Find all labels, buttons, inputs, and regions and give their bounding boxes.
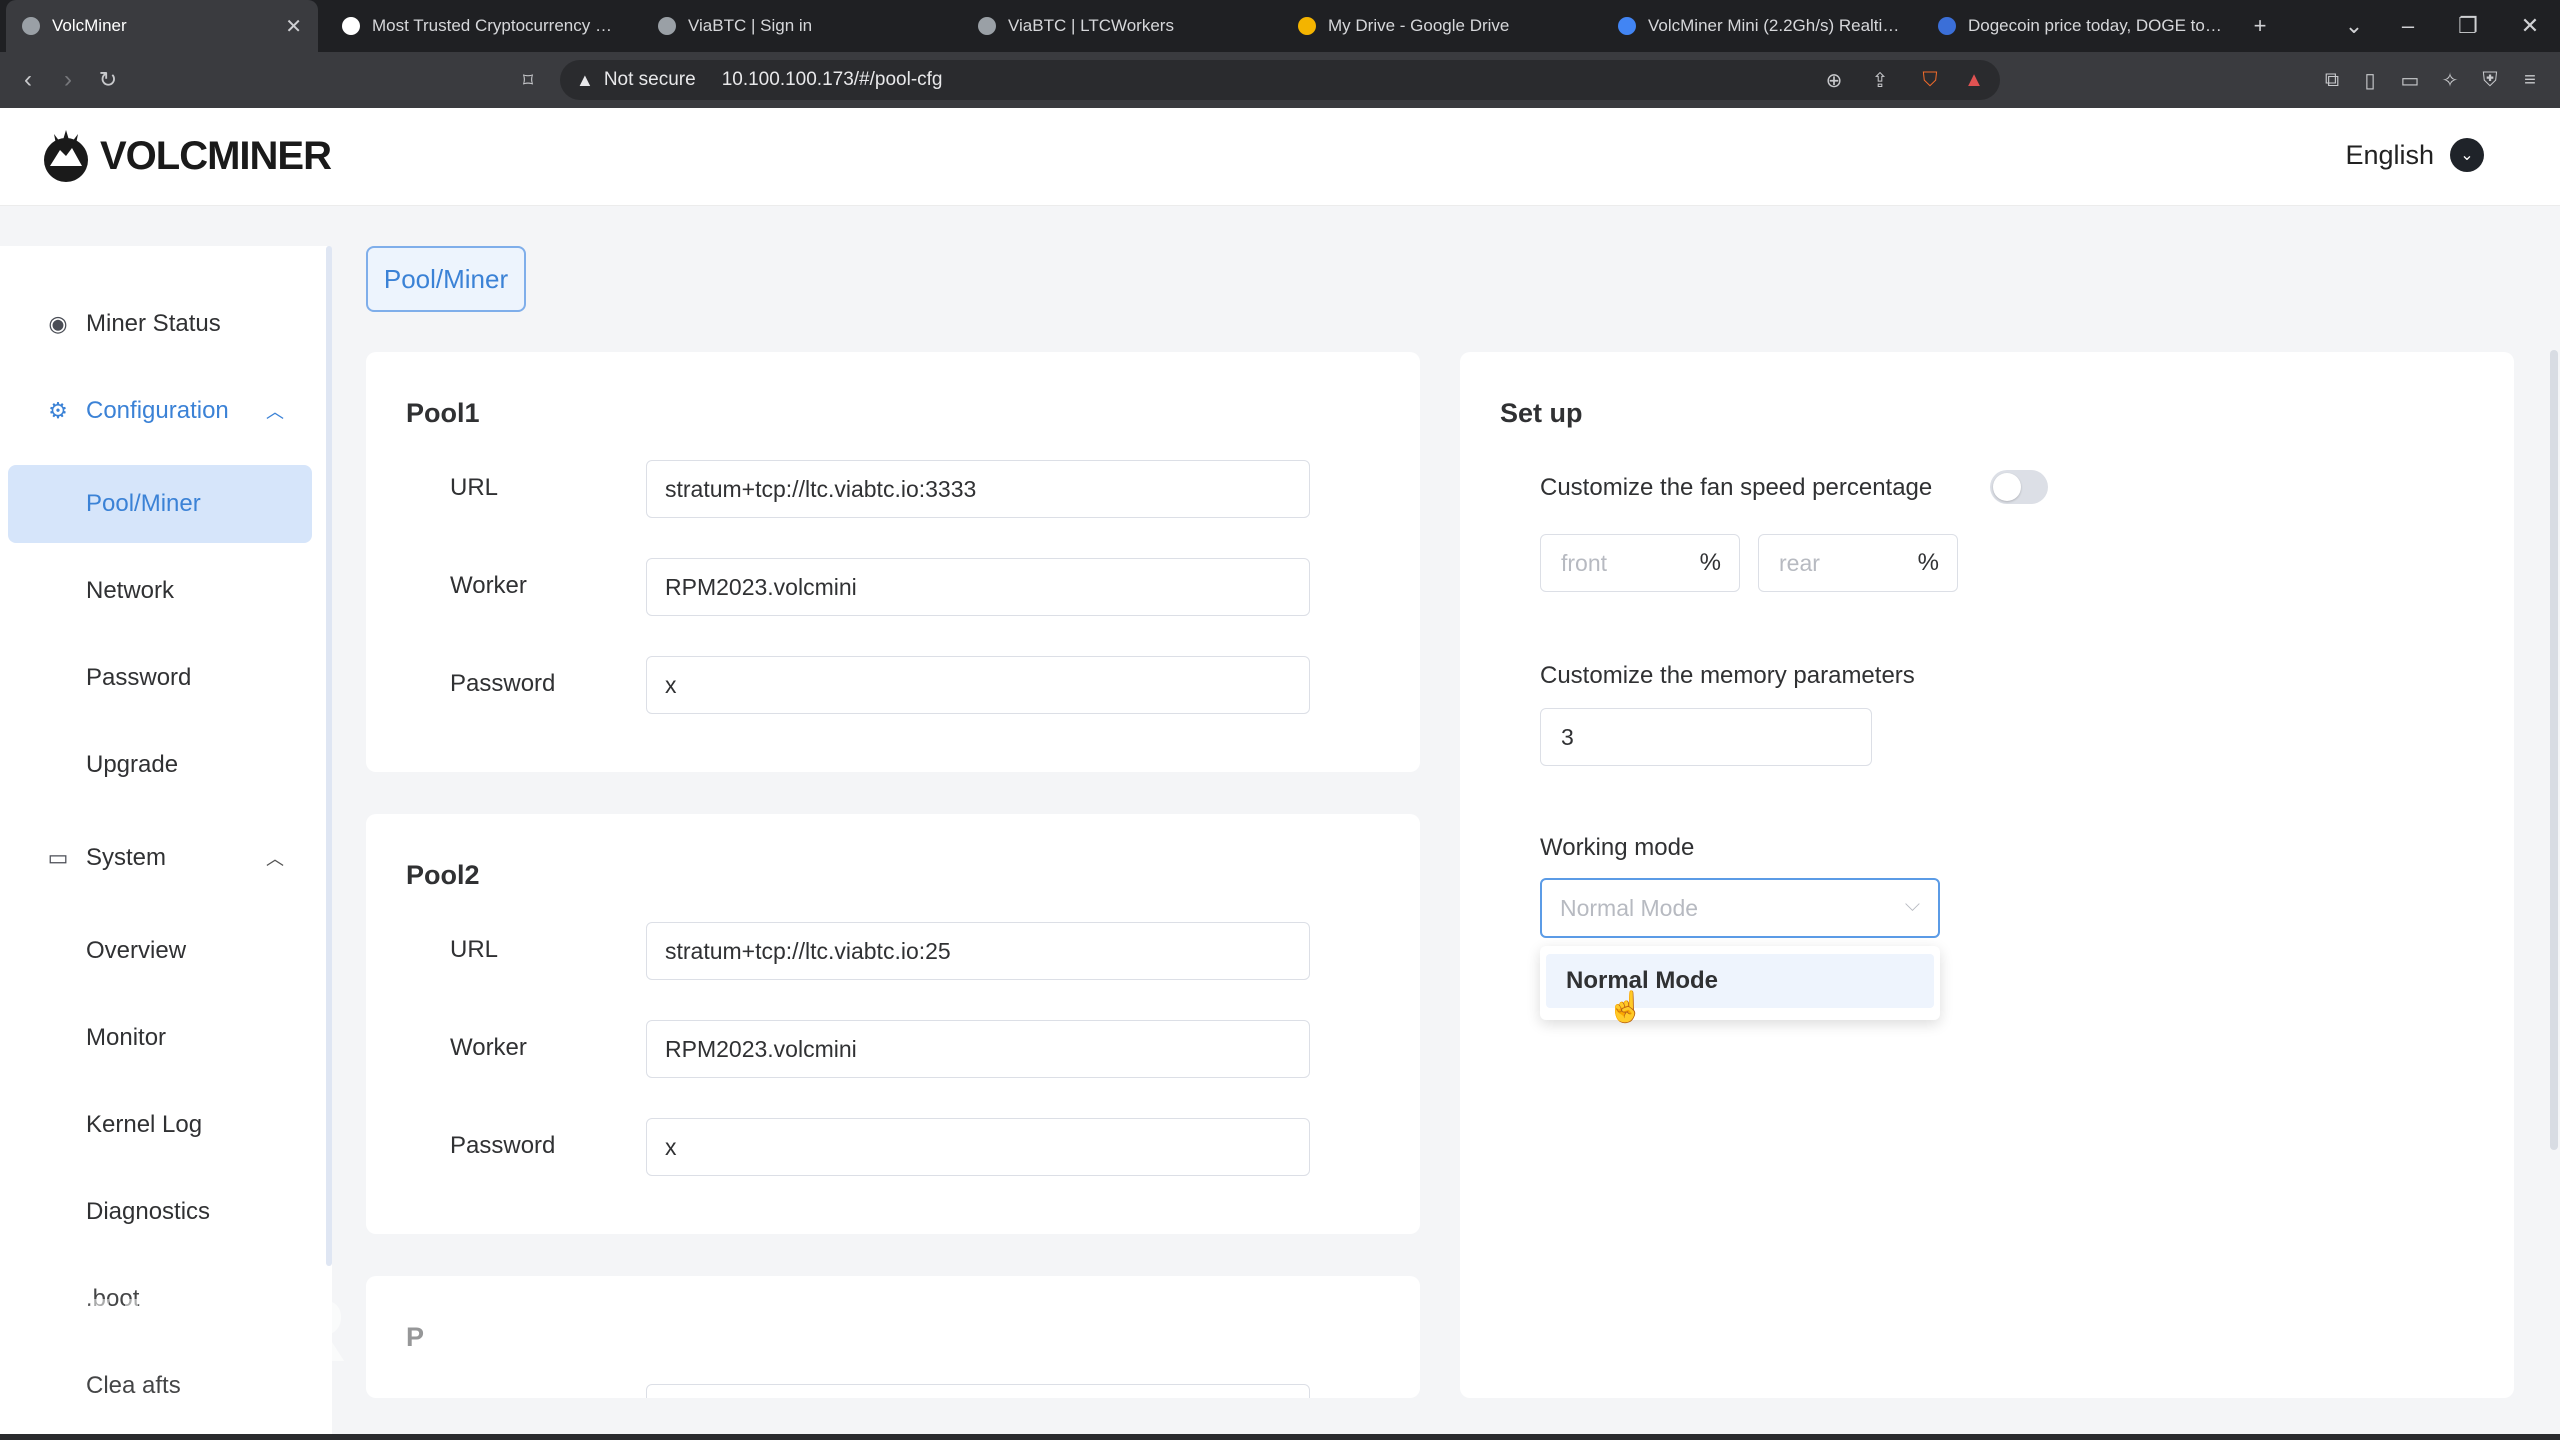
working-mode-label: Working mode	[1540, 834, 1695, 861]
tab-viabtc-ltcworkers[interactable]: ViaBTC | LTCWorkers	[962, 0, 1278, 52]
sidebar-item-password[interactable]: Password	[8, 639, 312, 717]
rear-fan-input[interactable]: rear %	[1758, 534, 1958, 592]
sidebar-item-miner-status[interactable]: ◉ Miner Status	[0, 285, 326, 363]
sidebar-item-monitor[interactable]: Monitor	[8, 999, 312, 1077]
pool1-password-input[interactable]: x	[646, 656, 1310, 714]
new-tab-button[interactable]: +	[2240, 0, 2280, 52]
sidebar-item-pool-miner[interactable]: Pool/Miner	[8, 465, 312, 543]
site-icon	[342, 17, 360, 35]
pool1-password-label: Password	[450, 670, 556, 697]
sidebar-toggle-icon[interactable]: ▯	[2354, 64, 2386, 96]
chevron-down-icon: ⌄	[2450, 138, 2484, 172]
sidebar-item-upgrade[interactable]: Upgrade	[8, 726, 312, 804]
tab-dogecoin[interactable]: Dogecoin price today, DOGE to USD	[1922, 0, 2238, 52]
pool1-worker-input[interactable]: RPM2023.volcmini	[646, 558, 1310, 616]
setup-title: Set up	[1500, 398, 1583, 428]
setup-card: Set up Customize the fan speed percentag…	[1460, 352, 2514, 1398]
main-scrollbar[interactable]	[2550, 350, 2558, 1150]
share-icon[interactable]: ⇪	[1864, 64, 1896, 96]
monitor-icon: ▭	[47, 845, 69, 870]
sidebar-scrollbar[interactable]	[326, 246, 332, 1266]
site-icon	[1938, 17, 1956, 35]
brave-rewards-icon[interactable]: ▲	[1958, 64, 1990, 96]
toggle-knob	[1993, 473, 2021, 501]
address-bar: ‹ › ↻ ⌑ ▲ Not secure 10.100.100.173/#/po…	[0, 52, 2560, 108]
tab-pool-miner[interactable]: Pool/Miner	[366, 246, 526, 312]
chevron-up-icon: ︿	[266, 402, 284, 422]
close-icon[interactable]: ✕	[285, 14, 302, 39]
pool1-worker-label: Worker	[450, 572, 527, 599]
pool2-url-input[interactable]: stratum+tcp://ltc.viabtc.io:25	[646, 922, 1310, 980]
tab-search-icon[interactable]: ⌄	[2334, 0, 2374, 52]
viabtc-icon	[658, 17, 676, 35]
hand-cursor-icon: ☝	[1607, 991, 1645, 1024]
volcano-logo-icon	[44, 130, 88, 182]
viabtc-icon	[978, 17, 996, 35]
globe-icon	[22, 17, 40, 35]
sidebar-item-network[interactable]: Network	[8, 552, 312, 630]
browser-tab-bar: VolcMiner ✕ Most Trusted Cryptocurrency …	[0, 0, 2560, 52]
taskbar-edge	[0, 1434, 2560, 1440]
tab-google-drive[interactable]: My Drive - Google Drive	[1282, 0, 1598, 52]
sidebar-item-kernel-log[interactable]: Kernel Log	[8, 1086, 312, 1164]
language-selector[interactable]: English ⌄	[2345, 138, 2484, 172]
extensions-icon[interactable]: ⧉	[2316, 64, 2348, 96]
pool2-password-label: Password	[450, 1132, 556, 1159]
pool1-url-label: URL	[450, 474, 499, 501]
pool2-title: Pool2	[406, 860, 480, 890]
chevron-down-icon: ⌵	[1904, 894, 1920, 916]
leo-icon[interactable]: ✧	[2434, 64, 2466, 96]
zoom-icon[interactable]: ⊕	[1818, 64, 1850, 96]
back-icon[interactable]: ‹	[8, 52, 48, 108]
pool2-card: Pool2 URL stratum+tcp://ltc.viabtc.io:25…	[366, 814, 1420, 1234]
memory-params-label: Customize the memory parameters	[1540, 662, 1915, 689]
sidebar-group-configuration[interactable]: ⚙ Configuration ︿	[0, 372, 326, 450]
drive-icon	[1298, 17, 1316, 35]
chevron-up-icon: ︿	[266, 849, 284, 869]
option-normal-mode[interactable]: Normal Mode	[1546, 954, 1934, 1008]
pool2-url-label: URL	[450, 936, 499, 963]
pool3-title: P	[406, 1322, 425, 1352]
eye-icon: ◉	[48, 311, 68, 336]
wallet-icon[interactable]: ▭	[2394, 64, 2426, 96]
pool1-title: Pool1	[406, 398, 480, 428]
tab-volcminer-mini[interactable]: VolcMiner Mini (2.2Gh/s) Realtime P	[1602, 0, 1918, 52]
sidebar-item-diagnostics[interactable]: Diagnostics	[8, 1173, 312, 1251]
fan-speed-toggle[interactable]	[1990, 470, 2048, 504]
brave-shield-icon[interactable]: ⛉	[1914, 64, 1946, 96]
pool1-url-input[interactable]: stratum+tcp://ltc.viabtc.io:3333	[646, 460, 1310, 518]
pool2-worker-label: Worker	[450, 1034, 527, 1061]
pool2-worker-input[interactable]: RPM2023.volcmini	[646, 1020, 1310, 1078]
memory-params-input[interactable]: 3	[1540, 708, 1872, 766]
pool3-url-input[interactable]	[646, 1384, 1310, 1398]
minimize-icon[interactable]: –	[2388, 0, 2428, 52]
watermark: MINER	[40, 1281, 350, 1381]
menu-icon[interactable]: ≡	[2514, 64, 2546, 96]
gear-icon: ⚙	[48, 398, 68, 423]
fan-speed-label: Customize the fan speed percentage	[1540, 474, 1933, 501]
restore-icon[interactable]: ❐	[2448, 0, 2488, 52]
window-close-icon[interactable]: ✕	[2510, 0, 2550, 52]
vpn-icon[interactable]: ⛨	[2474, 64, 2506, 96]
bookmark-icon[interactable]: ⌑	[508, 52, 548, 108]
volcminer-logo[interactable]: VOLCMINER	[36, 126, 332, 186]
working-mode-dropdown: Normal Mode	[1540, 946, 1940, 1020]
pool1-card: Pool1 URL stratum+tcp://ltc.viabtc.io:33…	[366, 352, 1420, 772]
warning-icon: ▲	[576, 69, 594, 90]
tab-volcminer[interactable]: VolcMiner ✕	[6, 0, 318, 52]
pool3-card: P	[366, 1276, 1420, 1398]
working-mode-select[interactable]: Normal Mode ⌵	[1540, 878, 1940, 938]
tab-viabtc-signin[interactable]: ViaBTC | Sign in	[642, 0, 958, 52]
front-fan-input[interactable]: front %	[1540, 534, 1740, 592]
tab-most-trusted[interactable]: Most Trusted Cryptocurrency Mining	[326, 0, 636, 52]
sidebar: ◉ Miner Status ⚙ Configuration ︿ Pool/Mi…	[0, 246, 332, 1440]
pool2-password-input[interactable]: x	[646, 1118, 1310, 1176]
app-header: VOLCMINER English ⌄	[0, 108, 2560, 206]
site-icon	[1618, 17, 1636, 35]
reload-icon[interactable]: ↻	[88, 52, 128, 108]
forward-icon[interactable]: ›	[48, 52, 88, 108]
url-field[interactable]: ▲ Not secure 10.100.100.173/#/pool-cfg	[560, 60, 2000, 100]
sidebar-group-system[interactable]: ▭ System ︿	[0, 819, 326, 897]
sidebar-item-overview[interactable]: Overview	[8, 912, 312, 990]
